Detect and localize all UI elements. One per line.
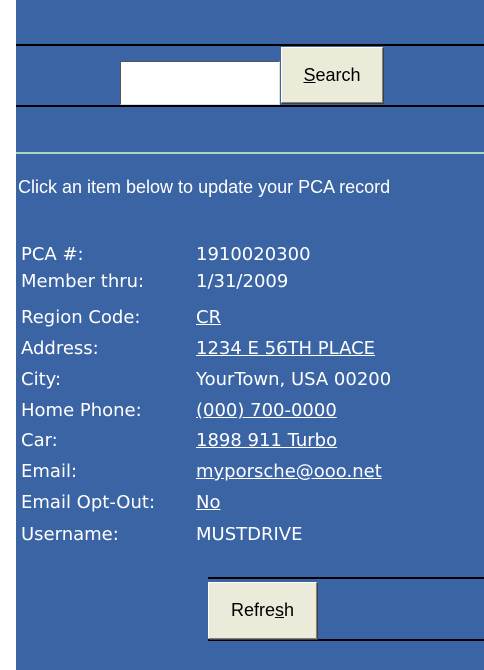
address-link[interactable]: 1234 E 56TH PLACE — [196, 338, 375, 359]
pca-label: PCA #: — [21, 244, 84, 265]
search-divider — [16, 105, 484, 107]
home-phone-link[interactable]: (000) 700-0000 — [196, 400, 337, 421]
username-value: MUSTDRIVE — [196, 524, 303, 545]
region-code-link[interactable]: CR — [196, 307, 221, 328]
refresh-button[interactable]: Refresh — [208, 582, 317, 639]
top-divider — [16, 44, 484, 46]
refresh-bottom-divider — [208, 639, 484, 641]
member-thru-label: Member thru: — [21, 271, 145, 292]
email-link[interactable]: myporsche@ooo.net — [196, 461, 382, 482]
car-label: Car: — [21, 430, 58, 451]
section-divider — [16, 152, 484, 154]
email-label: Email: — [21, 461, 78, 482]
search-input[interactable] — [120, 61, 280, 105]
instructions-text: Click an item below to update your PCA r… — [18, 177, 391, 197]
home-phone-label: Home Phone: — [21, 400, 142, 421]
search-button[interactable]: Search — [281, 47, 383, 103]
refresh-button-label: Refresh — [230, 600, 295, 620]
email-opt-out-label: Email Opt-Out: — [21, 492, 156, 513]
refresh-top-divider — [208, 577, 484, 579]
email-opt-out-link[interactable]: No — [196, 492, 220, 513]
username-label: Username: — [21, 524, 119, 545]
city-value: YourTown, USA 00200 — [196, 369, 392, 390]
search-button-label: Search — [303, 64, 361, 85]
city-label: City: — [21, 369, 62, 390]
address-label: Address: — [21, 338, 99, 359]
account-panel: Search Click an item below to update you… — [0, 0, 484, 670]
member-thru-value: 1/31/2009 — [196, 271, 289, 292]
region-code-label: Region Code: — [21, 307, 141, 328]
pca-value: 1910020300 — [196, 244, 311, 265]
car-link[interactable]: 1898 911 Turbo — [196, 430, 337, 451]
